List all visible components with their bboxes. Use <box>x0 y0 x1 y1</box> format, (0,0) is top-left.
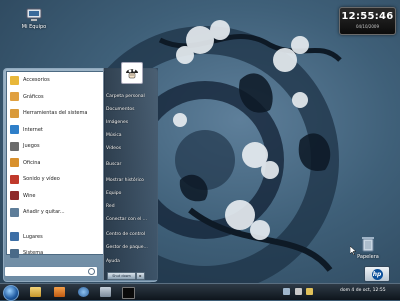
package-icon <box>10 207 19 217</box>
games-icon <box>10 141 19 151</box>
shutdown-button[interactable]: Shut down <box>107 272 136 280</box>
start-menu-item-label: Oficina <box>23 159 41 166</box>
start-menu-item[interactable]: Juegos <box>7 138 104 155</box>
mushroom-avatar-icon <box>126 69 138 79</box>
trash-icon-label: Papelera <box>357 254 379 260</box>
clock-date: 04/10/2009 <box>355 24 380 29</box>
start-menu-place-item[interactable]: Buscar <box>106 162 121 167</box>
hp-logo: hp <box>364 266 390 282</box>
start-menu-place-item[interactable]: Red <box>106 204 115 209</box>
media-player-icon[interactable] <box>54 287 65 297</box>
start-menu-place-item[interactable]: Imágenes <box>106 120 128 125</box>
start-menu-item-label: Juegos <box>23 143 40 150</box>
browser-icon[interactable] <box>78 287 89 297</box>
terminal-icon[interactable] <box>122 287 135 299</box>
start-menu-item[interactable]: Internet <box>7 122 104 139</box>
start-menu-item[interactable]: Lugares <box>7 229 104 246</box>
globe-icon <box>10 125 19 135</box>
user-avatar[interactable] <box>121 62 143 84</box>
network-app-icon[interactable] <box>100 287 111 297</box>
start-menu-place-item[interactable]: Vídeos <box>106 146 121 151</box>
office-icon <box>10 158 19 168</box>
graphics-icon <box>10 92 19 102</box>
computer-icon-label: Mi Equipo <box>21 24 47 30</box>
start-menu-place-item[interactable]: Conectar con el ... <box>106 217 147 222</box>
start-menu-item[interactable]: Herramientas del sistema <box>7 105 104 122</box>
start-menu-item[interactable]: Oficina <box>7 155 104 172</box>
start-menu-place-item[interactable]: Documentos <box>106 107 134 112</box>
start-menu-place-item[interactable]: Gestor de paque... <box>106 245 148 250</box>
shutdown-options-button[interactable]: ▸ <box>136 272 145 280</box>
start-menu-place-item[interactable]: Música <box>106 133 122 138</box>
trash-desktop-icon[interactable]: Papelera <box>356 236 380 260</box>
system-icon <box>10 248 19 258</box>
tray-volume-icon[interactable] <box>295 288 302 295</box>
places-icon <box>10 232 19 242</box>
tray-update-icon[interactable] <box>306 288 313 295</box>
computer-desktop-icon[interactable]: Mi Equipo <box>20 8 48 30</box>
start-menu-item-label: Sistema <box>23 250 44 257</box>
start-menu-item-label: Lugares <box>23 233 43 240</box>
start-menu-place-item[interactable]: Carpeta personal <box>106 94 145 99</box>
start-menu-search-input[interactable] <box>4 266 98 277</box>
wine-icon <box>10 191 19 201</box>
start-menu-item[interactable]: Accesorios <box>7 72 104 89</box>
start-menu-item-label: Gráficos <box>23 93 44 100</box>
media-icon <box>10 174 19 184</box>
start-menu-place-item[interactable]: Equipo <box>106 191 121 196</box>
start-menu-item[interactable]: Sistema <box>7 245 104 262</box>
start-menu-item-label: Internet <box>23 126 43 133</box>
tools-icon <box>10 108 19 118</box>
start-menu-item-label: Accesorios <box>23 77 50 84</box>
file-manager-icon[interactable] <box>30 287 41 297</box>
hp-logo-mark: hp <box>371 268 383 280</box>
start-menu-programs-pane: Accesorios Gráficos Herramientas del siste… <box>6 71 105 258</box>
start-menu-item[interactable]: Gráficos <box>7 89 104 106</box>
mouse-pointer-icon <box>350 246 356 255</box>
folder-icon <box>10 75 19 85</box>
clock-gadget[interactable]: 12:55:46 04/10/2009 <box>339 7 396 35</box>
taskbar: dom 4 de oct, 12:55 <box>0 283 400 301</box>
start-menu-place-item[interactable]: Mostrar histórico <box>106 178 144 183</box>
start-menu-item-label: Wine <box>23 192 36 199</box>
search-icon <box>88 268 95 275</box>
start-menu-place-item[interactable]: Centro de control <box>106 232 145 237</box>
trash-icon <box>362 237 374 252</box>
taskbar-clock[interactable]: dom 4 de oct, 12:55 <box>340 288 386 293</box>
computer-icon <box>26 8 42 21</box>
tray-network-icon[interactable] <box>283 288 290 295</box>
start-menu-item[interactable]: Sonido y vídeo <box>7 171 104 188</box>
start-menu-item[interactable]: Wine <box>7 188 104 205</box>
start-menu-place-item[interactable]: Ayuda <box>106 259 120 264</box>
start-menu-item-label: Sonido y vídeo <box>23 176 60 183</box>
clock-time: 12:55:46 <box>341 11 394 22</box>
start-menu-item-label: Herramientas del sistema <box>23 110 88 117</box>
start-menu-item[interactable]: Añadir y quitar... <box>7 204 104 221</box>
start-menu-item-label: Añadir y quitar... <box>23 209 65 216</box>
